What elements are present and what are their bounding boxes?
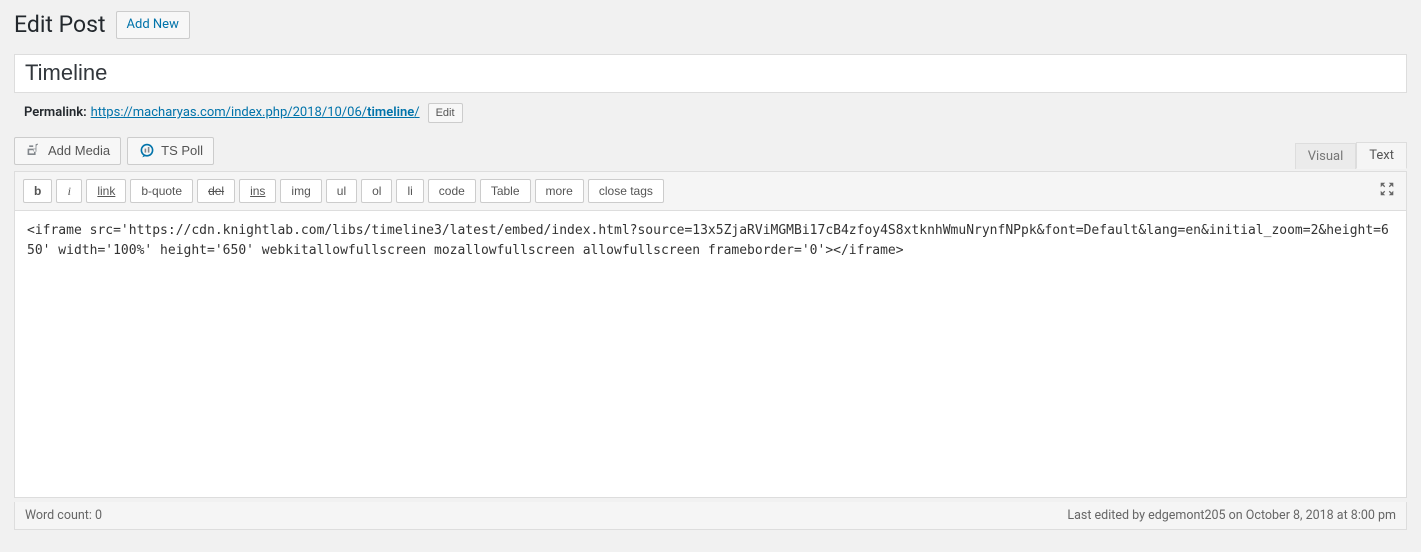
word-count: Word count: 0 — [25, 508, 102, 523]
qt-italic-button[interactable]: i — [56, 179, 82, 203]
fullscreen-icon[interactable] — [1376, 178, 1398, 204]
add-media-button[interactable]: Add Media — [14, 137, 121, 165]
content-textarea[interactable] — [14, 210, 1407, 498]
qt-code-button[interactable]: code — [428, 179, 476, 203]
permalink-edit-button[interactable]: Edit — [428, 103, 463, 124]
qt-img-button[interactable]: img — [280, 179, 321, 203]
qt-ins-button[interactable]: ins — [239, 179, 276, 203]
permalink-row: Permalink: https://macharyas.com/index.p… — [14, 93, 1407, 138]
qt-more-button[interactable]: more — [535, 179, 584, 203]
qt-del-button[interactable]: del — [197, 179, 235, 203]
status-bar: Word count: 0 Last edited by edgemont205… — [14, 502, 1407, 530]
page-title: Edit Post — [14, 10, 106, 40]
editor-toolbar: b i link b-quote del ins img ul ol li co… — [14, 171, 1407, 210]
qt-table-button[interactable]: Table — [480, 179, 531, 203]
qt-bquote-button[interactable]: b-quote — [130, 179, 193, 203]
post-title-input[interactable] — [14, 54, 1407, 93]
permalink-label: Permalink: — [24, 105, 87, 120]
chat-poll-icon — [138, 143, 156, 159]
permalink-trail: / — [414, 105, 419, 120]
qt-bold-button[interactable]: b — [23, 179, 52, 203]
qt-ol-button[interactable]: ol — [361, 179, 392, 203]
qt-li-button[interactable]: li — [396, 179, 423, 203]
qt-link-button[interactable]: link — [86, 179, 126, 203]
permalink-base: https://macharyas.com/index.php/2018/10/… — [91, 105, 368, 120]
qt-ul-button[interactable]: ul — [326, 179, 357, 203]
permalink-link[interactable]: https://macharyas.com/index.php/2018/10/… — [91, 105, 420, 120]
last-edited: Last edited by edgemont205 on October 8,… — [1067, 508, 1396, 523]
tab-visual[interactable]: Visual — [1295, 143, 1357, 169]
qt-close-button[interactable]: close tags — [588, 179, 664, 203]
tab-text[interactable]: Text — [1356, 142, 1407, 169]
permalink-slug: timeline — [367, 105, 414, 120]
add-media-label: Add Media — [48, 142, 110, 160]
ts-poll-button[interactable]: TS Poll — [127, 137, 214, 165]
add-new-button[interactable]: Add New — [116, 11, 190, 39]
camera-music-icon — [25, 143, 43, 159]
ts-poll-label: TS Poll — [161, 142, 203, 160]
